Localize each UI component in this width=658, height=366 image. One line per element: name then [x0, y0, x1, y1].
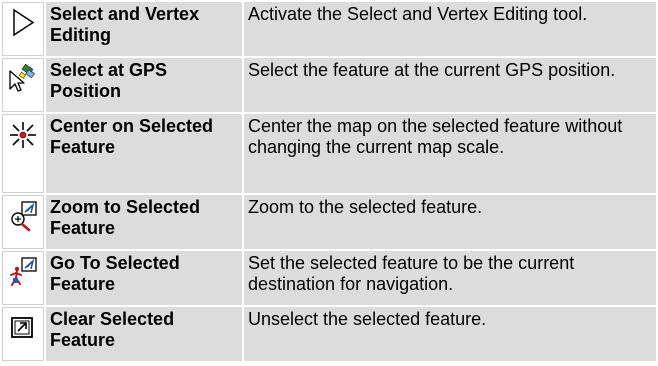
- icon-cell: [2, 195, 44, 249]
- icon-cell: [2, 307, 44, 361]
- tool-description: Zoom to the selected feature.: [244, 195, 656, 249]
- tool-name: Clear Selected Feature: [46, 307, 242, 361]
- icon-cell: [2, 114, 44, 193]
- clear-selection-icon: [7, 312, 39, 344]
- table-row: Clear Selected Feature Unselect the sele…: [2, 307, 656, 361]
- select-arrow-icon: [7, 7, 39, 39]
- tool-name: Go To Selected Feature: [46, 251, 242, 305]
- center-on-feature-icon: [7, 119, 39, 151]
- tool-name: Select and Vertex Editing: [46, 2, 242, 56]
- tool-reference-table: Select and Vertex Editing Activate the S…: [0, 0, 658, 363]
- table-row: Select at GPS Position Select the featur…: [2, 58, 656, 112]
- tool-description: Activate the Select and Vertex Editing t…: [244, 2, 656, 56]
- tool-name: Center on Selected Feature: [46, 114, 242, 193]
- table-row: Zoom to Selected Feature Zoom to the sel…: [2, 195, 656, 249]
- tool-name: Select at GPS Position: [46, 58, 242, 112]
- tool-description: Select the feature at the current GPS po…: [244, 58, 656, 112]
- tool-description: Center the map on the selected feature w…: [244, 114, 656, 193]
- icon-cell: [2, 251, 44, 305]
- tool-description: Unselect the selected feature.: [244, 307, 656, 361]
- table-row: Center on Selected Feature Center the ma…: [2, 114, 656, 193]
- icon-cell: [2, 58, 44, 112]
- tool-name: Zoom to Selected Feature: [46, 195, 242, 249]
- zoom-to-feature-icon: [7, 200, 39, 232]
- table-row: Select and Vertex Editing Activate the S…: [2, 2, 656, 56]
- icon-cell: [2, 2, 44, 56]
- go-to-feature-icon: [7, 256, 39, 288]
- gps-select-icon: [7, 63, 39, 95]
- tool-description: Set the selected feature to be the curre…: [244, 251, 656, 305]
- table-row: Go To Selected Feature Set the selected …: [2, 251, 656, 305]
